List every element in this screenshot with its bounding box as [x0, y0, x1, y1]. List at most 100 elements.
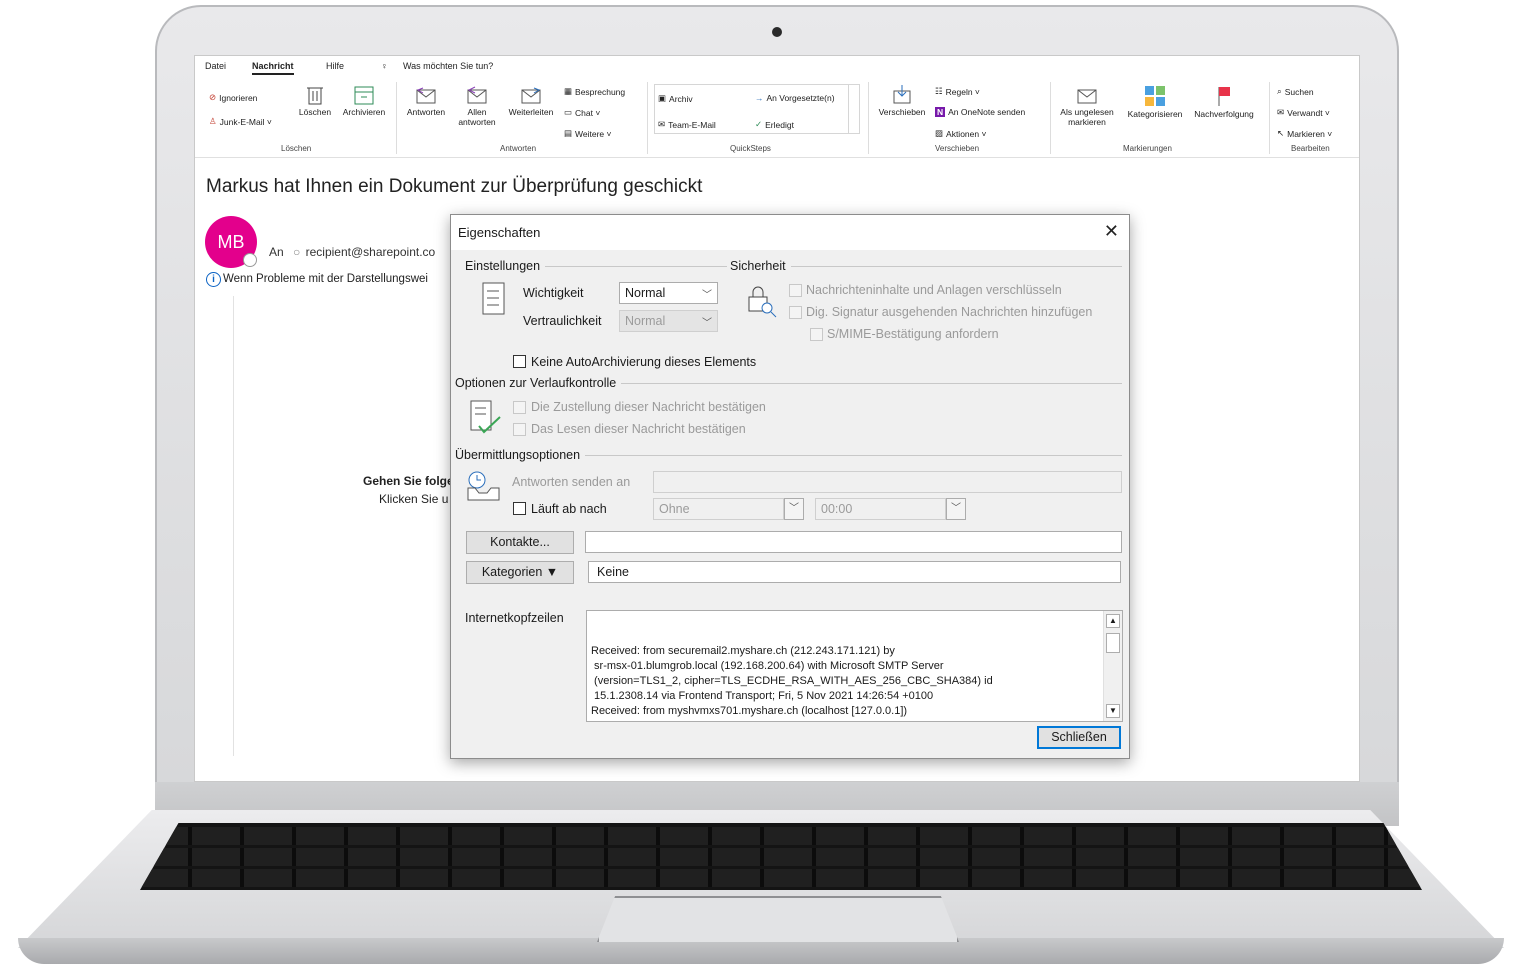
trash-icon [307, 87, 323, 105]
menu-file[interactable]: Datei [205, 61, 226, 71]
categories-input[interactable]: Keine [588, 561, 1121, 583]
ribbon-separator [1050, 82, 1051, 154]
reply-icon [416, 87, 436, 104]
related-button[interactable]: ✉ Verwandt ˅ [1277, 107, 1330, 118]
chevron-down-icon[interactable]: ﹀ [784, 498, 804, 520]
encrypt-checkbox[interactable] [789, 284, 802, 297]
chevron-down-icon[interactable]: ﹀ [946, 498, 966, 520]
delete-button[interactable]: Löschen [297, 84, 333, 118]
archive-button[interactable]: Archivieren [338, 84, 390, 118]
forward-icon [521, 87, 541, 104]
reply-all-icon [467, 86, 487, 104]
headers-textarea[interactable]: Received: from securemail2.myshare.ch (2… [586, 610, 1123, 722]
no-autoarchive-label: Keine AutoArchivierung dieses Elements [531, 355, 757, 369]
expires-time-select[interactable]: 00:00 [815, 498, 946, 520]
body-border [233, 296, 234, 756]
group-delete-label: Löschen [281, 144, 312, 153]
close-button[interactable]: Schließen [1037, 726, 1121, 749]
qs-archive[interactable]: ▣ Archiv [658, 93, 693, 104]
followup-button[interactable]: Nachverfolgung [1189, 84, 1259, 120]
expires-date-select[interactable]: Ohne [653, 498, 784, 520]
encrypt-label: Nachrichteninhalte und Anlagen verschlüs… [806, 283, 1062, 297]
rules-button[interactable]: ☷ Regeln ˅ [935, 86, 980, 97]
contacts-button[interactable]: Kontakte... [466, 531, 574, 554]
smime-checkbox[interactable] [810, 328, 823, 341]
info-bar[interactable]: i Wenn Probleme mit der Darstellungswei [206, 272, 428, 287]
headers-scrollbar[interactable]: ▲ ▼ [1103, 611, 1122, 721]
search-button[interactable]: ⌕ Suchen [1277, 86, 1314, 97]
ribbon-separator [1269, 82, 1270, 154]
expires-checkbox[interactable] [513, 502, 526, 515]
qs-team-email[interactable]: ✉ Team-E-Mail [658, 119, 716, 130]
scroll-up-icon[interactable]: ▲ [1106, 614, 1120, 628]
importance-select[interactable]: Normal ﹀ [619, 282, 718, 304]
quicksteps-scroll[interactable] [848, 84, 860, 134]
dialog-title: Eigenschaften [458, 225, 541, 240]
move-button[interactable]: Verschieben [875, 84, 929, 118]
ribbon-separator [647, 82, 648, 154]
contacts-input[interactable] [585, 531, 1122, 553]
reply-all-button[interactable]: Allen antworten [453, 84, 501, 127]
mail-icon: ✉ [658, 119, 666, 129]
actions-button[interactable]: ▨ Aktionen ˅ [935, 128, 986, 139]
junk-button[interactable]: ♙ Junk-E-Mail ˅ [209, 116, 272, 127]
forward-button[interactable]: Weiterleiten [505, 84, 557, 118]
cursor-icon: ↖ [1277, 128, 1285, 138]
archive-icon [354, 86, 374, 105]
security-section: Sicherheit [730, 259, 1122, 273]
reply-to-label: Antworten senden an [512, 475, 631, 489]
importance-label: Wichtigkeit [523, 286, 584, 300]
presence-indicator [243, 253, 257, 267]
group-edit-label: Bearbeiten [1291, 144, 1330, 153]
chat-icon: ▭ [564, 107, 573, 117]
scroll-down-icon[interactable]: ▼ [1106, 704, 1120, 718]
group-move-label: Verschieben [935, 144, 980, 153]
ribbon-separator [868, 82, 869, 154]
close-icon[interactable]: ✕ [1104, 221, 1119, 242]
sensitivity-label: Vertraulichkeit [523, 314, 602, 328]
tracking-check-icon [470, 400, 501, 434]
envelope-icon [1077, 89, 1097, 104]
menu-bar: Datei Nachricht Hilfe ♀ Was möchten Sie … [195, 56, 1359, 78]
menu-message[interactable]: Nachricht [252, 61, 294, 75]
menu-help[interactable]: Hilfe [326, 61, 344, 71]
ribbon: ⊘ Ignorieren ♙ Junk-E-Mail ˅ Löschen Archi… [195, 78, 1359, 158]
ignore-button[interactable]: ⊘ Ignorieren [209, 92, 257, 103]
meeting-button[interactable]: ▦ Besprechung [564, 86, 625, 97]
delivery-receipt-checkbox[interactable] [513, 401, 526, 414]
no-autoarchive-checkbox[interactable] [513, 355, 526, 368]
search-icon: ⌕ [1277, 86, 1282, 96]
info-icon: i [206, 272, 221, 287]
chevron-down-icon: ﹀ [702, 318, 712, 329]
tell-me-search[interactable]: Was möchten Sie tun? [403, 61, 493, 71]
select-button[interactable]: ↖ Markieren ˅ [1277, 128, 1332, 139]
sensitivity-select[interactable]: Normal ﹀ [619, 310, 718, 332]
onenote-button[interactable]: N An OneNote senden [935, 107, 1025, 117]
properties-dialog: Eigenschaften ✕ Einstellungen Wichtigkei… [450, 214, 1130, 759]
scroll-thumb[interactable] [1106, 633, 1120, 653]
tracking-section: Optionen zur Verlaufkontrolle [455, 376, 1122, 390]
ribbon-separator [396, 82, 397, 154]
qs-manager[interactable]: → An Vorgesetzte(n) [755, 93, 835, 103]
arrow-right-icon: → [755, 93, 764, 103]
delivery-receipt-label: Die Zustellung dieser Nachricht bestätig… [531, 400, 766, 414]
sign-checkbox[interactable] [789, 306, 802, 319]
read-receipt-label: Das Lesen dieser Nachricht bestätigen [531, 422, 746, 436]
reply-to-input[interactable] [653, 471, 1122, 493]
recipient-link[interactable]: recipient@sharepoint.co [306, 245, 436, 259]
reply-button[interactable]: Antworten [402, 84, 450, 118]
categories-button[interactable]: Kategorien ▼ [466, 561, 574, 584]
lock-search-icon [748, 286, 777, 318]
qs-done[interactable]: ✓ Erledigt [755, 119, 794, 130]
to-line: An ○ recipient@sharepoint.co [269, 245, 436, 259]
headers-text: Received: from securemail2.myshare.ch (2… [591, 645, 993, 721]
categorize-button[interactable]: Kategorisieren [1123, 84, 1187, 120]
chat-button[interactable]: ▭ Chat ˅ [564, 107, 600, 118]
read-receipt-checkbox[interactable] [513, 423, 526, 436]
keyboard [140, 823, 1422, 890]
more-button[interactable]: ▤ Weitere ˅ [564, 128, 612, 139]
mark-unread-button[interactable]: Als ungelesen markieren [1057, 84, 1117, 127]
rules-icon: ☷ [935, 86, 943, 96]
actions-icon: ▨ [935, 128, 944, 138]
caret-down-icon: ▼ [545, 565, 559, 579]
